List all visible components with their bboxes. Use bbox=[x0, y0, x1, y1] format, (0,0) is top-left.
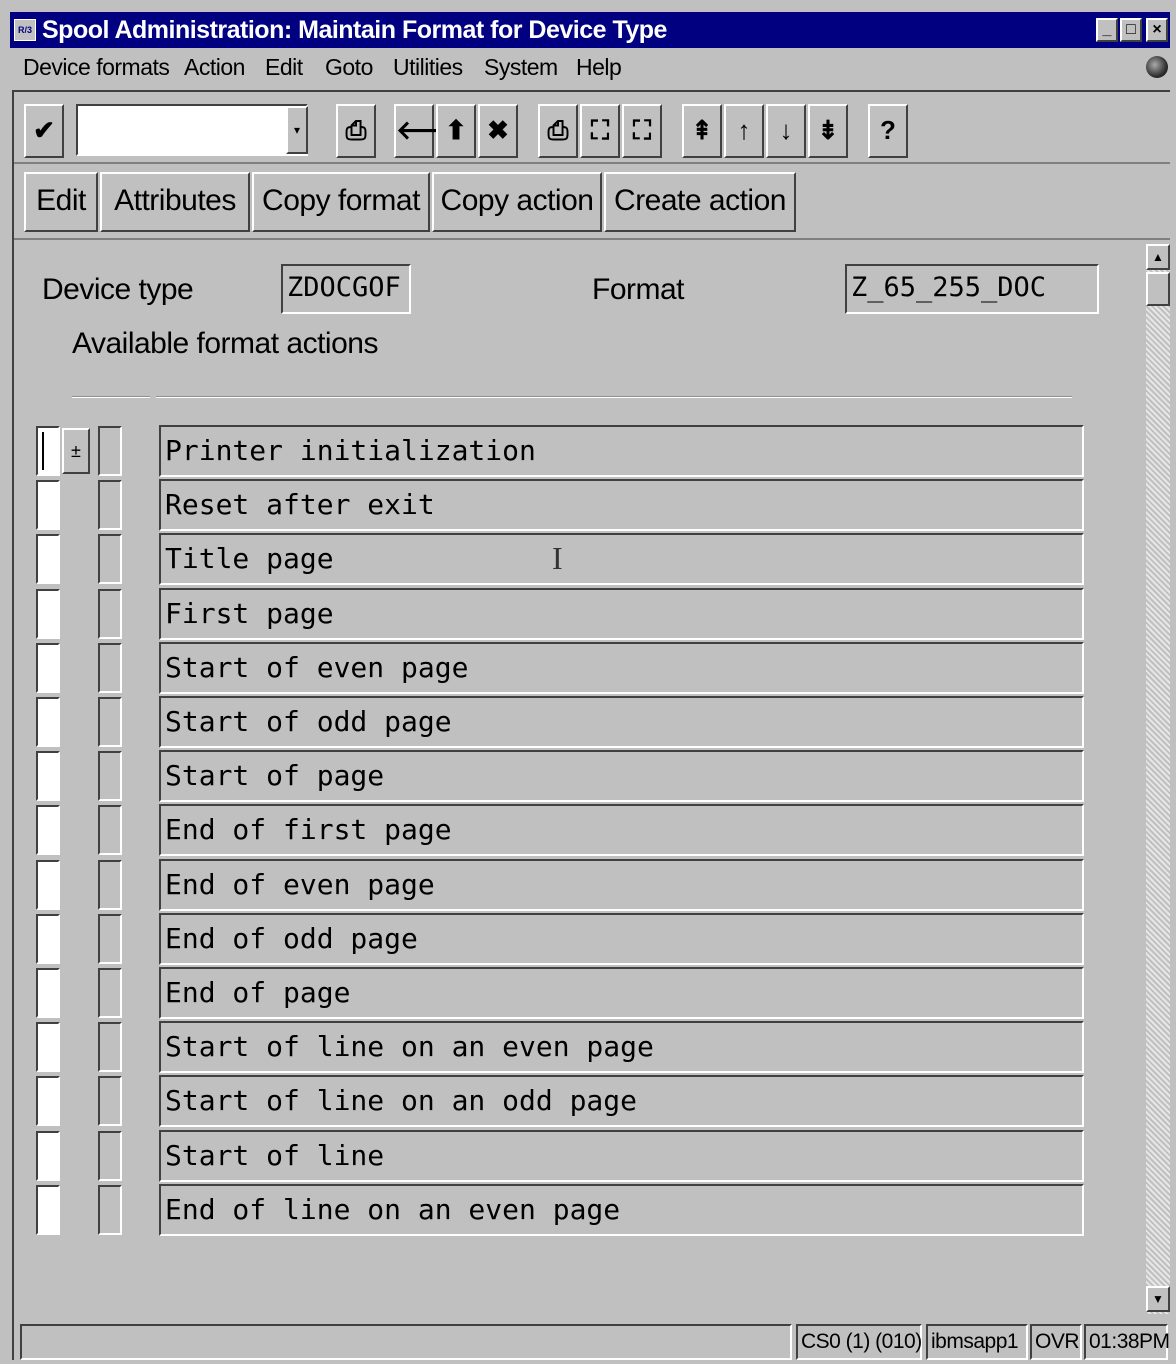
action-defined-indicator[interactable] bbox=[98, 589, 122, 639]
copy-format-button[interactable]: Copy format bbox=[252, 172, 430, 232]
action-name-field[interactable]: End of line on an even page bbox=[159, 1184, 1084, 1236]
device-type-label: Device type bbox=[42, 273, 194, 306]
action-defined-indicator[interactable] bbox=[98, 1076, 122, 1126]
minimize-button[interactable]: _ bbox=[1096, 18, 1118, 42]
action-select-checkbox[interactable] bbox=[36, 534, 60, 584]
attributes-button[interactable]: Attributes bbox=[100, 172, 250, 232]
previous-page-icon[interactable]: ↑ bbox=[724, 104, 764, 158]
action-select-checkbox[interactable] bbox=[36, 860, 60, 910]
scroll-up-icon[interactable]: ▲ bbox=[1146, 244, 1170, 270]
action-select-checkbox[interactable] bbox=[36, 1131, 60, 1181]
action-defined-indicator[interactable] bbox=[98, 1022, 122, 1072]
vertical-scrollbar[interactable] bbox=[1146, 244, 1170, 1314]
action-select-checkbox[interactable] bbox=[36, 1185, 60, 1235]
action-select-checkbox[interactable] bbox=[36, 1076, 60, 1126]
next-page-icon[interactable]: ↓ bbox=[766, 104, 806, 158]
action-select-checkbox[interactable] bbox=[36, 697, 60, 747]
action-select-checkbox[interactable] bbox=[36, 751, 60, 801]
menu-help[interactable]: Help bbox=[576, 52, 622, 82]
action-name-field[interactable]: Start of line bbox=[159, 1130, 1084, 1182]
input-caret bbox=[42, 432, 44, 470]
action-defined-indicator[interactable] bbox=[98, 1131, 122, 1181]
status-message[interactable] bbox=[20, 1324, 792, 1360]
exit-icon[interactable]: ⬆ bbox=[436, 104, 476, 158]
create-action-button[interactable]: Create action bbox=[604, 172, 796, 232]
action-name-field[interactable]: End of even page bbox=[159, 859, 1084, 911]
action-select-checkbox[interactable] bbox=[36, 968, 60, 1018]
command-dropdown-icon[interactable]: ▾ bbox=[286, 106, 308, 154]
command-field[interactable] bbox=[76, 104, 308, 156]
action-defined-indicator[interactable] bbox=[98, 968, 122, 1018]
save-icon[interactable]: ⎙ bbox=[336, 104, 376, 158]
back-icon[interactable]: 🡐 bbox=[394, 104, 466, 158]
format-field[interactable]: Z_65_255_DOC bbox=[845, 264, 1099, 314]
print-icon[interactable]: ⎙ bbox=[538, 104, 578, 158]
status-server[interactable]: ibmsapp1 bbox=[926, 1324, 1028, 1360]
menu-edit[interactable]: Edit bbox=[265, 52, 303, 82]
action-name-field[interactable]: End of first page bbox=[159, 804, 1084, 856]
action-defined-indicator[interactable] bbox=[98, 534, 122, 584]
action-select-checkbox[interactable] bbox=[36, 426, 60, 476]
menu-system[interactable]: System bbox=[484, 52, 558, 82]
action-name-field[interactable]: Reset after exit bbox=[159, 479, 1084, 531]
status-system[interactable]: CS0 (1) (010) bbox=[796, 1324, 922, 1360]
action-name-field[interactable]: Start of line on an even page bbox=[159, 1021, 1084, 1073]
action-select-checkbox[interactable] bbox=[36, 1022, 60, 1072]
action-defined-indicator[interactable] bbox=[98, 643, 122, 693]
action-select-checkbox[interactable] bbox=[36, 914, 60, 964]
device-type-field[interactable]: ZDOCGOF bbox=[281, 264, 411, 314]
action-name-field[interactable]: End of page bbox=[159, 967, 1084, 1019]
menu-action[interactable]: Action bbox=[184, 52, 245, 82]
action-defined-indicator[interactable] bbox=[98, 426, 122, 476]
action-defined-indicator[interactable] bbox=[98, 860, 122, 910]
cancel-icon[interactable]: ✖ bbox=[478, 104, 518, 158]
action-name-field[interactable]: First page bbox=[159, 588, 1084, 640]
scroll-thumb[interactable] bbox=[1146, 272, 1170, 306]
help-icon[interactable]: ? bbox=[868, 104, 908, 158]
action-name-field[interactable]: Start of odd page bbox=[159, 696, 1084, 748]
action-defined-indicator[interactable] bbox=[98, 914, 122, 964]
column-header-separator bbox=[156, 396, 1072, 398]
window-title: Spool Administration: Maintain Format fo… bbox=[42, 16, 667, 44]
action-defined-indicator[interactable] bbox=[98, 751, 122, 801]
action-select-checkbox[interactable] bbox=[36, 589, 60, 639]
format-label: Format bbox=[592, 273, 685, 306]
copy-action-button[interactable]: Copy action bbox=[432, 172, 602, 232]
menu-device-formats[interactable]: Device formats bbox=[23, 52, 170, 82]
app-icon[interactable]: R/3 bbox=[14, 19, 36, 41]
menu-goto[interactable]: Goto bbox=[325, 52, 373, 82]
action-name-field[interactable]: Title page bbox=[159, 533, 1084, 585]
action-name-field[interactable]: Start of page bbox=[159, 750, 1084, 802]
action-select-checkbox[interactable] bbox=[36, 480, 60, 530]
edit-button[interactable]: Edit bbox=[24, 172, 98, 232]
action-select-checkbox[interactable] bbox=[36, 805, 60, 855]
enter-button[interactable]: ✔ bbox=[24, 104, 64, 158]
action-defined-indicator[interactable] bbox=[98, 480, 122, 530]
menu-bar: Device formats Action Edit Goto Utilitie… bbox=[10, 48, 1170, 86]
find-icon[interactable]: ⛶ bbox=[580, 104, 620, 158]
find-next-icon[interactable]: ⛶ bbox=[622, 104, 662, 158]
title-bar[interactable]: R/3 Spool Administration: Maintain Forma… bbox=[10, 12, 1170, 48]
field-help-dropdown-icon[interactable]: ± bbox=[62, 428, 90, 474]
action-defined-indicator[interactable] bbox=[98, 697, 122, 747]
menu-utilities[interactable]: Utilities bbox=[393, 52, 463, 82]
action-name-field[interactable]: End of odd page bbox=[159, 913, 1084, 965]
column-header-separator bbox=[72, 396, 150, 398]
action-defined-indicator[interactable] bbox=[98, 1185, 122, 1235]
action-name-field[interactable]: Start of line on an odd page bbox=[159, 1075, 1084, 1127]
last-page-icon[interactable]: ⇟ bbox=[808, 104, 848, 158]
scroll-down-icon[interactable]: ▼ bbox=[1146, 1286, 1170, 1312]
maximize-button[interactable]: □ bbox=[1120, 18, 1142, 42]
action-name-field[interactable]: Start of even page bbox=[159, 642, 1084, 694]
action-name-field[interactable]: Printer initialization bbox=[159, 425, 1084, 477]
sap-status-icon bbox=[1146, 56, 1168, 78]
status-time[interactable]: 01:38PM bbox=[1084, 1324, 1170, 1360]
first-page-icon[interactable]: ⇞ bbox=[682, 104, 722, 158]
close-button[interactable]: × bbox=[1146, 18, 1168, 42]
action-select-checkbox[interactable] bbox=[36, 643, 60, 693]
text-cursor-icon: I bbox=[552, 540, 563, 576]
action-defined-indicator[interactable] bbox=[98, 805, 122, 855]
section-label: Available format actions bbox=[72, 327, 378, 360]
status-mode[interactable]: OVR bbox=[1030, 1324, 1082, 1360]
